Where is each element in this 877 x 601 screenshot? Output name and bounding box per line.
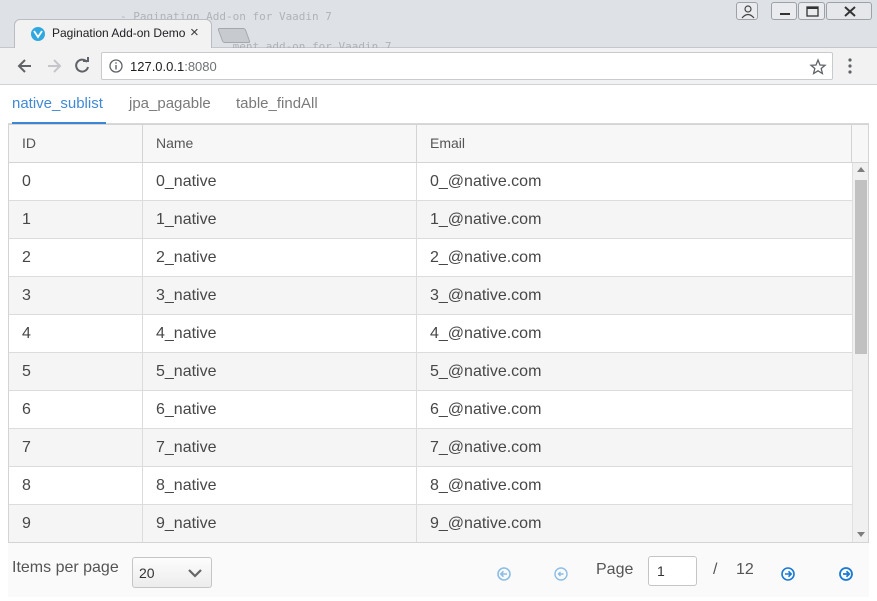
tab-close-icon[interactable]: × — [190, 25, 199, 41]
cell-name: 4_native — [143, 315, 417, 352]
items-per-page-value: 20 — [139, 565, 155, 581]
url-host: 127.0.0.1 — [130, 59, 185, 74]
cell-id: 0 — [9, 163, 143, 200]
last-page-icon[interactable] — [839, 567, 853, 581]
cell-email: 0_@native.com — [430, 173, 542, 190]
column-header-name[interactable]: Name — [143, 125, 417, 162]
table-row[interactable]: 8 8_native 8_@native.com — [9, 467, 852, 505]
tab-jpa-pagable[interactable]: jpa_pagable — [129, 85, 211, 124]
cell-name: 3_native — [143, 277, 417, 314]
table-row[interactable]: 1 1_native 1_@native.com — [9, 201, 852, 239]
grid-body: 0 0_native 0_@native.com 1 1_native 1_@native… — [9, 163, 852, 542]
page-label: Page — [596, 561, 634, 578]
cell-name: 5_native — [143, 353, 417, 390]
cell-name: 8_native — [143, 467, 417, 504]
cell-email: 9_@native.com — [430, 515, 542, 532]
cell-email: 6_@native.com — [430, 401, 542, 418]
browser-menu-icon[interactable] — [842, 57, 858, 75]
pagination-bar: Items per page 20 Page 1 / 12 — [8, 543, 869, 597]
info-icon[interactable] — [109, 59, 123, 73]
cell-id: 6 — [9, 391, 143, 428]
forward-arrow-icon[interactable] — [44, 56, 64, 76]
browser-title-bar: - Pagination Add-on for Vaadin 7 ment ad… — [0, 0, 877, 53]
url-text: 127.0.0.1:8080 — [130, 59, 217, 74]
cell-id: 5 — [9, 353, 143, 390]
browser-toolbar: 127.0.0.1:8080 — [0, 48, 877, 85]
items-per-page-label: Items per page — [12, 559, 119, 576]
cell-id: 9 — [9, 505, 143, 542]
address-bar[interactable]: 127.0.0.1:8080 — [101, 52, 833, 80]
new-tab-button[interactable] — [217, 28, 251, 43]
cell-id: 2 — [9, 239, 143, 276]
scrollbar-thumb[interactable] — [855, 180, 867, 354]
first-page-icon[interactable] — [497, 567, 511, 581]
profile-button[interactable] — [736, 2, 758, 20]
cell-email: 4_@native.com — [430, 325, 542, 342]
tab-table-findall[interactable]: table_findAll — [236, 85, 318, 124]
total-pages: 12 — [736, 561, 754, 578]
column-header-email[interactable]: Email — [417, 125, 852, 162]
close-window-button[interactable] — [826, 2, 872, 20]
table-row[interactable]: 5 5_native 5_@native.com — [9, 353, 852, 391]
scroll-down-arrow-icon[interactable] — [857, 532, 865, 537]
cell-name: 7_native — [143, 429, 417, 466]
cell-id: 3 — [9, 277, 143, 314]
table-row[interactable]: 7 7_native 7_@native.com — [9, 429, 852, 467]
items-per-page-select[interactable]: 20 — [132, 557, 212, 588]
table-row[interactable]: 0 0_native 0_@native.com — [9, 163, 852, 201]
url-port: :8080 — [184, 59, 217, 74]
tab-title: Pagination Add-on Demo — [52, 26, 185, 40]
maximize-button[interactable] — [798, 2, 825, 20]
cell-name: 0_native — [143, 163, 417, 200]
cell-id: 4 — [9, 315, 143, 352]
table-row[interactable]: 3 3_native 3_@native.com — [9, 277, 852, 315]
chevron-down-icon — [188, 569, 202, 578]
data-grid: ID Name Email 0 0_native 0_@native.com 1 1_n… — [8, 124, 869, 543]
cell-name: 2_native — [143, 239, 417, 276]
cell-email: 1_@native.com — [430, 211, 542, 228]
previous-page-icon[interactable] — [554, 567, 568, 581]
cell-email: 2_@native.com — [430, 249, 542, 266]
grid-header: ID Name Email — [9, 125, 868, 163]
cell-email: 7_@native.com — [430, 439, 542, 456]
grid-scrollbar[interactable] — [852, 163, 868, 542]
table-row[interactable]: 9 9_native 9_@native.com — [9, 505, 852, 542]
cell-email: 8_@native.com — [430, 477, 542, 494]
column-header-id[interactable]: ID — [9, 125, 143, 162]
cell-name: 6_native — [143, 391, 417, 428]
cell-id: 7 — [9, 429, 143, 466]
cell-name: 9_native — [143, 505, 417, 542]
page-separator: / — [713, 561, 718, 578]
next-page-icon[interactable] — [781, 567, 795, 581]
cell-email: 5_@native.com — [430, 363, 542, 380]
vaadin-favicon-icon — [31, 27, 45, 41]
tab-native-sublist[interactable]: native_sublist — [12, 85, 106, 124]
current-page-input[interactable]: 1 — [648, 556, 697, 586]
cell-email: 3_@native.com — [430, 287, 542, 304]
reload-icon[interactable] — [72, 56, 92, 76]
cell-id: 1 — [9, 201, 143, 238]
table-row[interactable]: 4 4_native 4_@native.com — [9, 315, 852, 353]
minimize-button[interactable] — [771, 2, 797, 20]
browser-tab-active[interactable]: Pagination Add-on Demo × — [14, 19, 212, 49]
page-content: native_sublist jpa_pagable table_findAll… — [8, 85, 869, 597]
tabsheet: native_sublist jpa_pagable table_findAll — [8, 85, 869, 124]
bookmark-star-icon[interactable] — [809, 58, 827, 76]
scroll-up-arrow-icon[interactable] — [857, 167, 865, 172]
back-arrow-icon[interactable] — [15, 56, 35, 76]
cell-id: 8 — [9, 467, 143, 504]
table-row[interactable]: 2 2_native 2_@native.com — [9, 239, 852, 277]
table-row[interactable]: 6 6_native 6_@native.com — [9, 391, 852, 429]
cell-name: 1_native — [143, 201, 417, 238]
